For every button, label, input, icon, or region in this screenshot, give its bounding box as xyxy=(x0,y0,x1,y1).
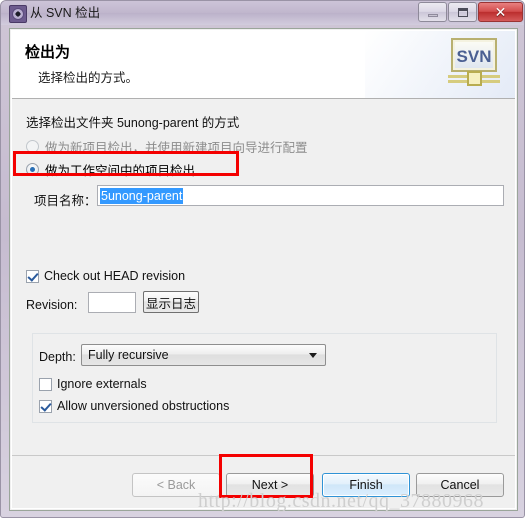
allow-unversioned-checkbox-indicator xyxy=(39,399,52,413)
folder-description-label: 选择检出文件夹 5unong-parent 的方式 xyxy=(26,116,240,130)
depth-combobox[interactable]: Fully recursive xyxy=(81,344,326,366)
allow-unversioned-checkbox[interactable]: Allow unversioned obstructions xyxy=(39,398,229,414)
revision-label: Revision: xyxy=(26,298,78,312)
project-name-value: 5unong-parent xyxy=(100,188,184,204)
svg-text:SVN: SVN xyxy=(457,47,492,66)
window-controls: ✕ xyxy=(417,2,523,23)
depth-label: Depth: xyxy=(39,350,76,364)
project-name-input[interactable]: 5unong-parent xyxy=(97,185,504,206)
ignore-externals-checkbox[interactable]: Ignore externals xyxy=(39,376,147,392)
ignore-externals-label: Ignore externals xyxy=(57,377,147,391)
dialog-frame: 检出为 选择检出的方式。 SVN 选择检出文件夹 5unong-parent 的… xyxy=(9,28,518,511)
depth-combobox-value: Fully recursive xyxy=(88,348,169,362)
dialog-window: 从 SVN 检出 ✕ 检出为 选择检出的方式。 SVN 选择检出文件夹 5uno… xyxy=(0,0,525,518)
svn-banner-logo: SVN xyxy=(448,38,500,86)
page-subtitle: 选择检出的方式。 xyxy=(38,71,139,85)
project-name-label: 项目名称： xyxy=(34,194,97,208)
close-button[interactable]: ✕ xyxy=(478,2,523,22)
head-revision-checkbox[interactable]: Check out HEAD revision xyxy=(26,268,185,284)
allow-unversioned-label: Allow unversioned obstructions xyxy=(57,399,230,413)
window-title: 从 SVN 检出 xyxy=(30,6,101,20)
show-log-button[interactable]: 显示日志 xyxy=(143,291,199,313)
head-revision-checkbox-indicator xyxy=(26,269,39,283)
dialog-inner: 检出为 选择检出的方式。 SVN 选择检出文件夹 5unong-parent 的… xyxy=(11,30,516,509)
chevron-down-icon xyxy=(309,353,317,358)
finish-button[interactable]: Finish xyxy=(322,473,410,497)
wizard-header: 检出为 选择检出的方式。 SVN xyxy=(12,31,515,99)
svn-repository-icon xyxy=(9,5,27,23)
highlight-box-workspace-radio xyxy=(13,151,239,176)
highlight-box-next-button xyxy=(219,454,313,498)
page-title: 检出为 xyxy=(25,44,71,61)
revision-input[interactable] xyxy=(88,292,136,313)
head-revision-label: Check out HEAD revision xyxy=(44,269,186,283)
ignore-externals-checkbox-indicator xyxy=(39,377,52,391)
back-button[interactable]: < Back xyxy=(132,473,220,497)
maximize-button[interactable] xyxy=(448,2,477,22)
minimize-button[interactable] xyxy=(418,2,447,22)
cancel-button[interactable]: Cancel xyxy=(416,473,504,497)
title-bar[interactable]: 从 SVN 检出 ✕ xyxy=(1,1,524,25)
